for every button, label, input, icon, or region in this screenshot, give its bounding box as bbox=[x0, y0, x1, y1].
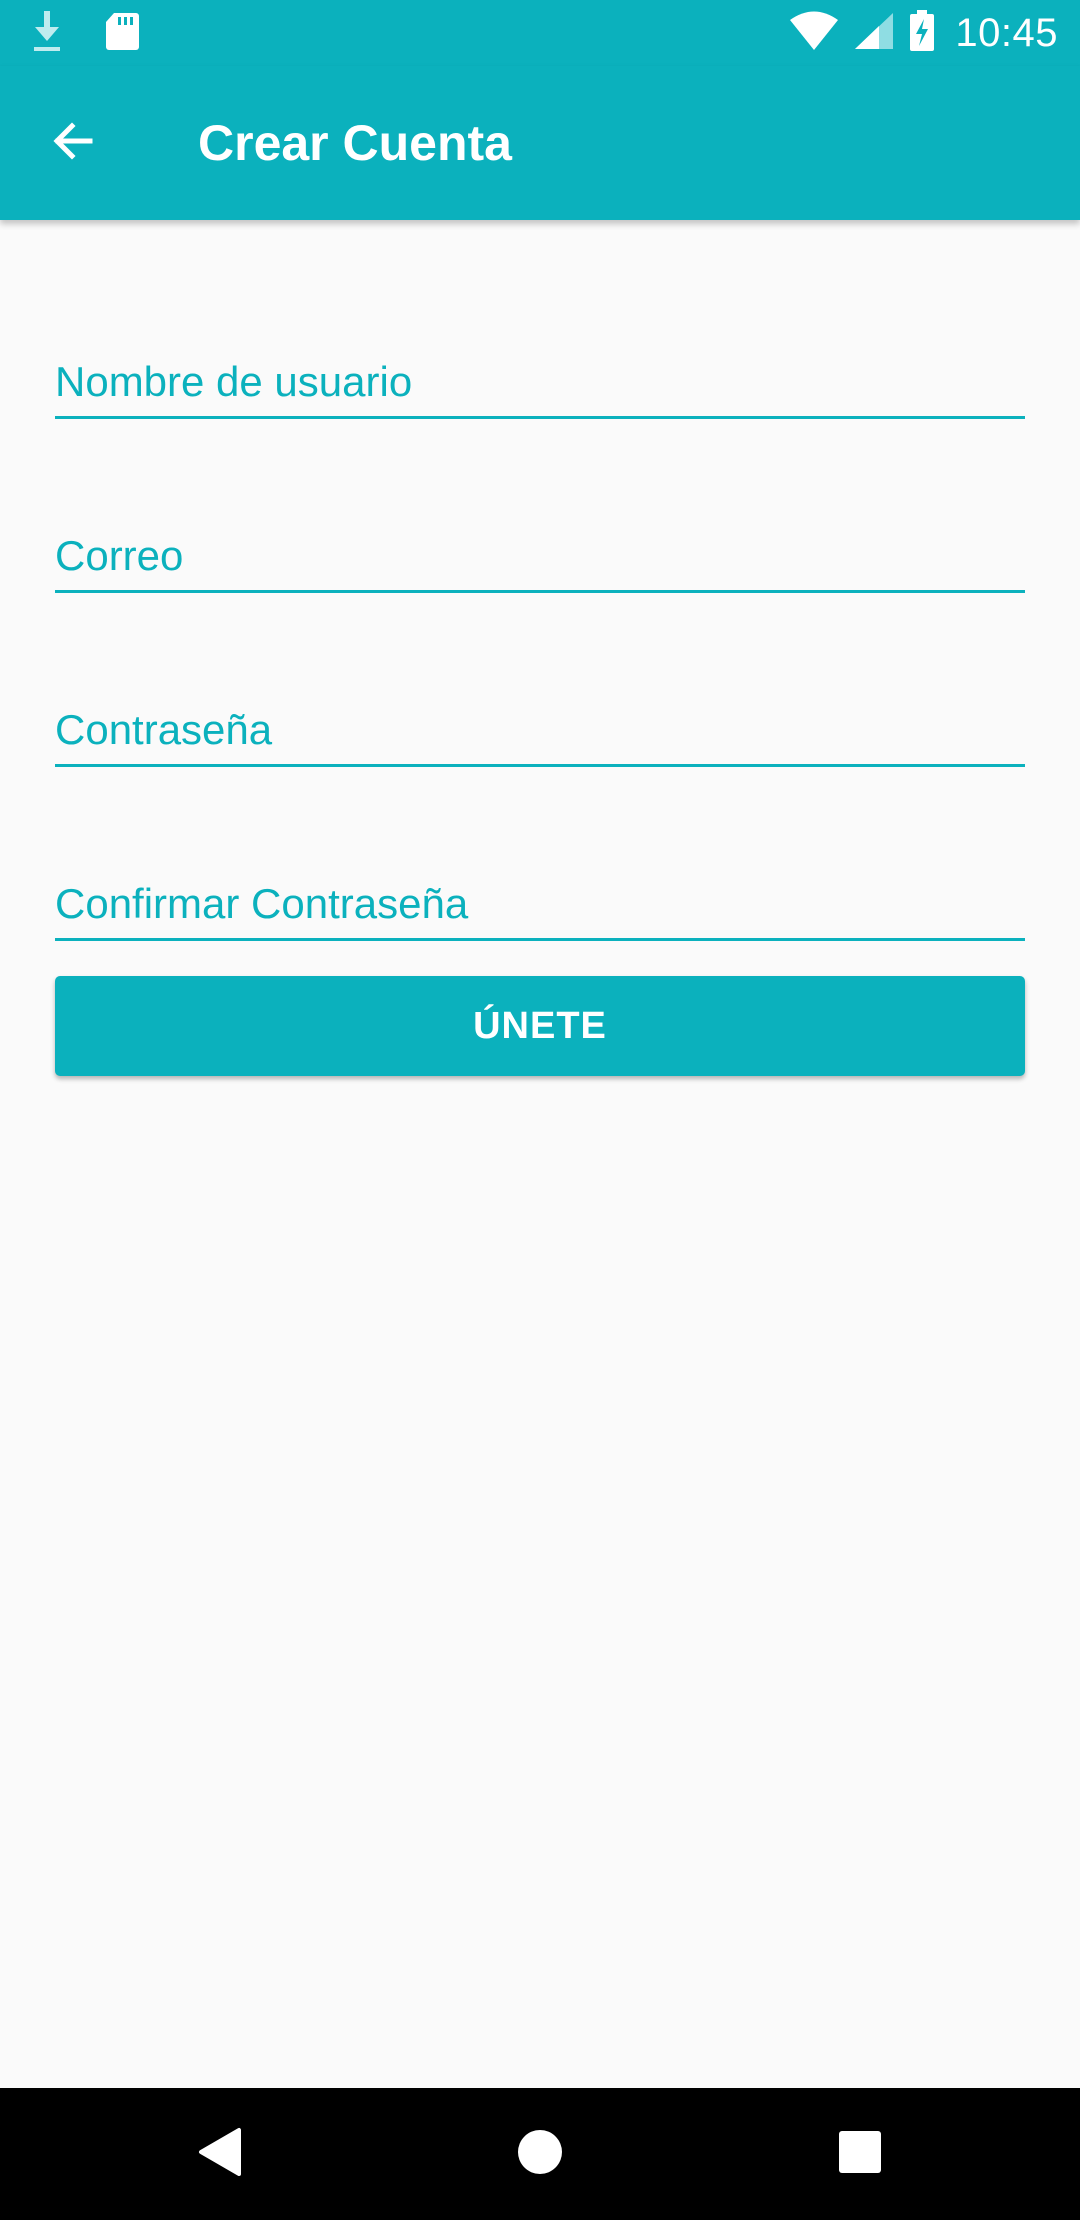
system-nav-bar bbox=[0, 2088, 1080, 2220]
download-icon bbox=[30, 9, 64, 58]
nav-back-button[interactable] bbox=[190, 2124, 250, 2184]
status-right-icons: 10:45 bbox=[789, 8, 1058, 58]
back-button[interactable] bbox=[40, 111, 104, 175]
username-input[interactable] bbox=[55, 358, 1025, 406]
email-input[interactable] bbox=[55, 532, 1025, 580]
arrow-back-icon bbox=[48, 117, 96, 170]
status-bar: 10:45 bbox=[0, 0, 1080, 66]
nav-home-button[interactable] bbox=[510, 2124, 570, 2184]
wifi-icon bbox=[789, 11, 839, 56]
password-input[interactable] bbox=[55, 706, 1025, 754]
status-time: 10:45 bbox=[955, 10, 1058, 55]
recents-square-icon bbox=[838, 2130, 882, 2179]
signal-icon bbox=[853, 11, 895, 56]
email-field[interactable] bbox=[55, 510, 1025, 593]
confirm-password-field[interactable] bbox=[55, 858, 1025, 941]
password-field[interactable] bbox=[55, 684, 1025, 767]
page-title: Crear Cuenta bbox=[198, 115, 512, 171]
sd-card-icon bbox=[104, 11, 140, 56]
username-field[interactable] bbox=[55, 336, 1025, 419]
join-button[interactable]: ÚNETE bbox=[55, 976, 1025, 1076]
create-account-screen: 10:45 Crear Cuenta ÚNETE bbox=[0, 0, 1080, 2220]
back-triangle-icon bbox=[197, 2127, 243, 2182]
nav-recents-button[interactable] bbox=[830, 2124, 890, 2184]
confirm-password-input[interactable] bbox=[55, 880, 1025, 928]
app-bar: Crear Cuenta bbox=[0, 66, 1080, 220]
status-left-icons bbox=[30, 10, 140, 56]
battery-charging-icon bbox=[909, 9, 935, 57]
home-circle-icon bbox=[516, 2128, 564, 2181]
